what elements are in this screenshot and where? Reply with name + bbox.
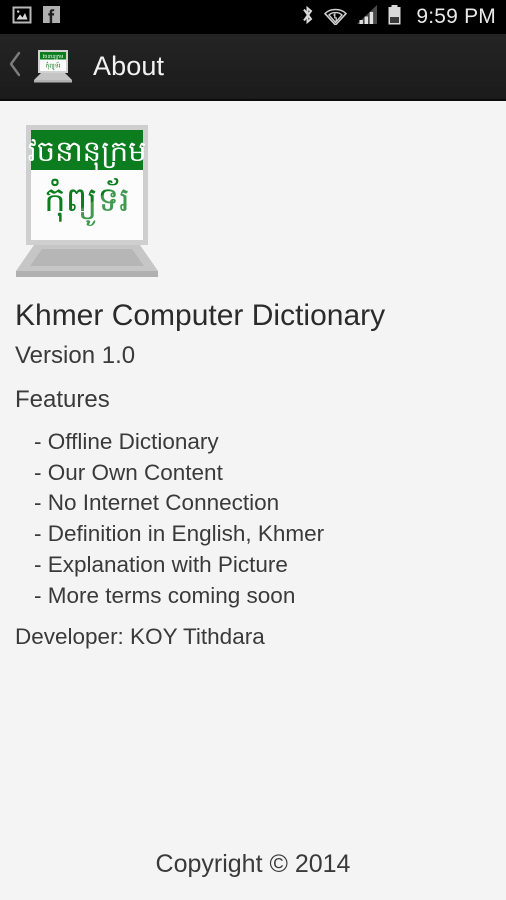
cellular-signal-icon — [356, 4, 378, 30]
action-bar: វចនានុក្រម កុំព្យូទ័រ About — [0, 34, 506, 101]
bluetooth-icon — [300, 4, 315, 31]
features-list: - Offline Dictionary - Our Own Content -… — [15, 427, 494, 612]
status-bar: 9:59 PM — [0, 0, 506, 34]
facebook-icon — [42, 5, 61, 29]
status-bar-notifications — [12, 5, 61, 30]
app-name: Khmer Computer Dictionary — [15, 299, 386, 332]
gallery-image-icon — [12, 5, 32, 30]
status-bar-clock: 9:59 PM — [416, 5, 496, 28]
app-logo-icon[interactable]: វចនានុក្រម កុំព្យូទ័រ — [30, 48, 76, 86]
logo-banner-text: វចនានុក្រម — [27, 134, 146, 171]
back-button[interactable] — [2, 51, 28, 82]
svg-text:វចនានុក្រម: វចនានុក្រម — [43, 54, 64, 60]
svg-text:កុំព្យូទ័រ: កុំព្យូទ័រ — [45, 61, 60, 70]
about-content: វចនានុក្រម កុំព្យូទ័រ Khmer Computer Dic… — [0, 101, 506, 900]
battery-icon — [387, 4, 402, 31]
list-item: - Offline Dictionary — [34, 428, 219, 454]
wifi-icon — [324, 4, 348, 30]
list-item: - More terms coming soon — [34, 582, 296, 608]
developer-credit: Developer: KOY Tithdara — [15, 623, 265, 649]
copyright-notice: Copyright © 2014 — [155, 850, 351, 878]
phone-screen: 9:59 PM វចនានុក្រម កុំព្យូទ័រ About វចនា… — [0, 0, 506, 900]
about-text-block: Khmer Computer Dictionary Version 1.0 Fe… — [15, 299, 494, 649]
list-item: - Explanation with Picture — [34, 552, 288, 578]
status-bar-system-icons: 9:59 PM — [300, 4, 496, 31]
list-item: - No Internet Connection — [34, 490, 280, 516]
app-version: Version 1.0 — [15, 342, 136, 369]
list-item: - Our Own Content — [34, 459, 223, 485]
page-title: About — [93, 51, 165, 81]
features-heading: Features — [15, 386, 110, 414]
app-logo-large: វចនានុក្រម កុំព្យូទ័រ — [12, 123, 194, 278]
back-chevron-icon — [8, 51, 22, 82]
list-item: - Definition in English, Khmer — [34, 521, 325, 547]
